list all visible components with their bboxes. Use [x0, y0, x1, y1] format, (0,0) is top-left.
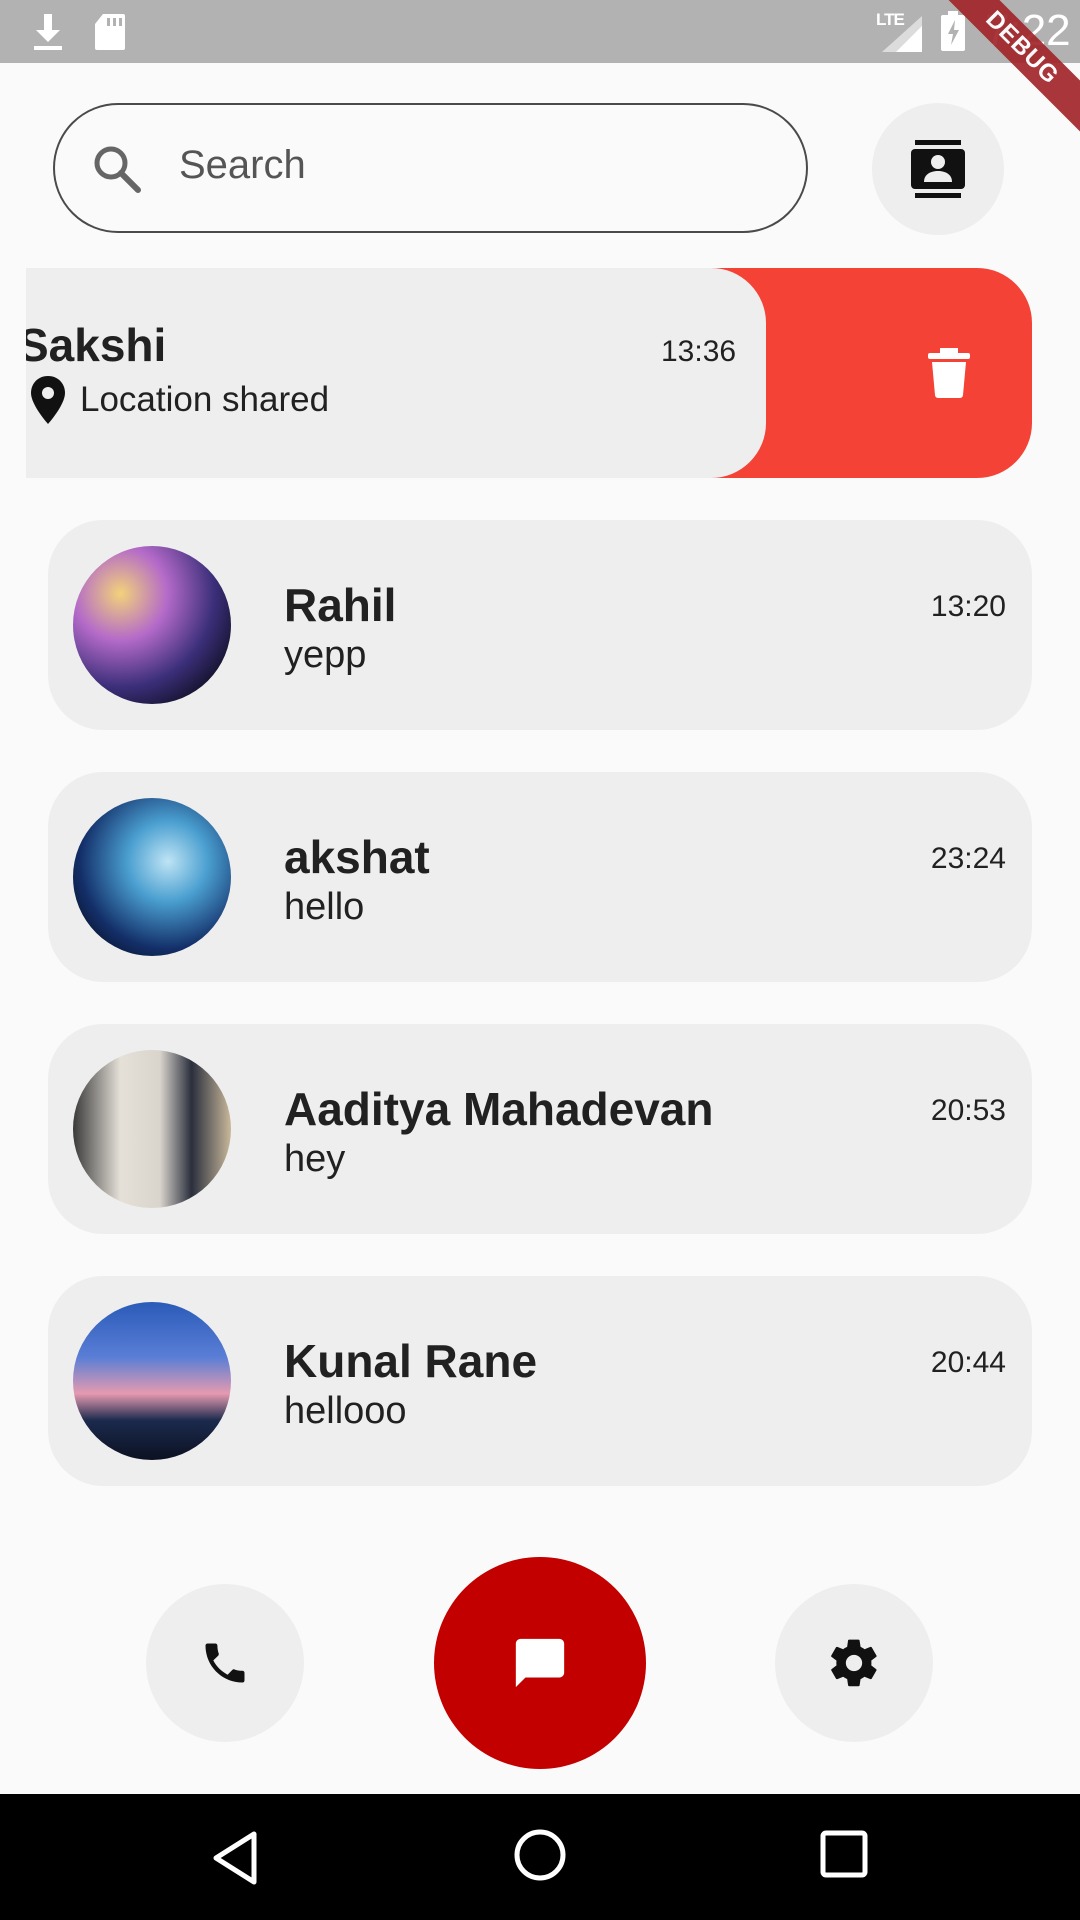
avatar [73, 546, 231, 704]
contacts-button[interactable] [872, 103, 1004, 235]
chat-bubble-icon [515, 1638, 565, 1688]
gear-icon [831, 1639, 877, 1687]
chat-time: 20:44 [930, 1346, 1006, 1379]
chat-item-aaditya-mahadevan[interactable]: Aaditya Mahadevan hey 20:53 [48, 1024, 1032, 1234]
back-icon[interactable] [210, 1830, 260, 1886]
contacts-icon [911, 140, 965, 198]
chat-item-kunal-rane[interactable]: Kunal Rane hellooo 20:44 [48, 1276, 1032, 1486]
chat-last-message: Location shared [80, 380, 330, 419]
search-icon [94, 146, 141, 193]
chat-name: Rahil [284, 579, 397, 631]
chat-name: Sakshi [26, 319, 167, 371]
settings-button[interactable] [775, 1584, 933, 1742]
avatar [73, 1302, 231, 1460]
signal-icon [882, 16, 922, 52]
chat-last-message: yepp [284, 634, 367, 676]
chat-item-rahil[interactable]: Rahil yepp 13:20 [48, 520, 1032, 730]
chat-name: Aaditya Mahadevan [284, 1083, 714, 1135]
search-input[interactable] [179, 125, 739, 205]
home-icon[interactable] [513, 1828, 567, 1882]
system-navigation-bar [0, 1794, 1080, 1920]
chat-time: 23:24 [930, 842, 1006, 875]
avatar [73, 1050, 231, 1208]
chat-item-akshat[interactable]: akshat hello 23:24 [48, 772, 1032, 982]
chat-name: Kunal Rane [284, 1335, 538, 1387]
chat-last-message: hey [284, 1138, 346, 1180]
chat-time: 13:20 [930, 590, 1006, 623]
search-bar[interactable] [53, 103, 808, 233]
recent-apps-icon[interactable] [820, 1830, 868, 1878]
sd-card-icon [95, 14, 125, 50]
status-bar: LTE 7:22 [0, 0, 1080, 63]
chat-name: akshat [284, 831, 430, 883]
avatar [73, 798, 231, 956]
chat-last-message: hello [284, 886, 365, 928]
phone-icon [205, 1643, 245, 1683]
chat-list-screen: LTE 7:22 DEBUG [0, 0, 1080, 1920]
chats-button[interactable] [434, 1557, 646, 1769]
battery-charging-icon [941, 11, 965, 51]
calls-button[interactable] [146, 1584, 304, 1742]
location-pin-icon [31, 376, 65, 424]
chat-time: 20:53 [930, 1094, 1006, 1127]
trash-icon[interactable] [928, 348, 970, 398]
download-icon [34, 14, 62, 50]
chat-item-sakshi[interactable]: Sakshi 13:36 Location shared [26, 268, 766, 478]
chat-time: 13:36 [661, 335, 737, 368]
chat-last-message: hellooo [284, 1390, 407, 1432]
